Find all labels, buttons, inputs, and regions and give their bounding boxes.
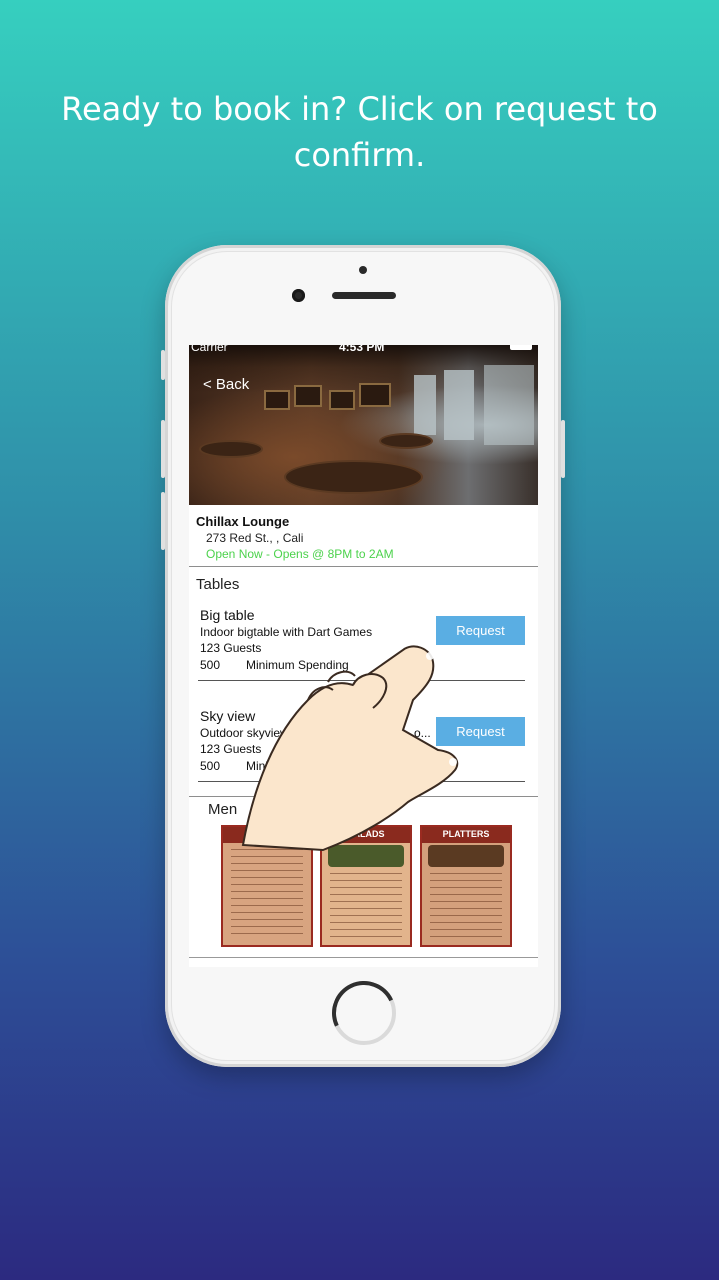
power-button xyxy=(561,420,565,478)
back-button[interactable]: < Back xyxy=(203,376,249,393)
lounge-table xyxy=(284,460,423,494)
window-pane xyxy=(414,375,436,435)
wall-frame xyxy=(359,383,391,407)
tables-section-title: Tables xyxy=(196,576,240,593)
status-bar: Carrier 4:53 PM xyxy=(189,345,538,356)
menu-text-lines xyxy=(430,873,502,937)
venue-hero-image xyxy=(189,345,538,505)
min-spend-value: 500 xyxy=(200,658,221,672)
earpiece-speaker xyxy=(332,292,396,299)
volume-up-button xyxy=(161,420,165,478)
min-spend-value: 500 xyxy=(200,759,221,773)
mute-switch xyxy=(161,350,165,380)
headline: Ready to book in? Click on request to co… xyxy=(61,90,658,174)
divider xyxy=(189,566,538,567)
front-camera-icon xyxy=(292,289,305,302)
battery-icon xyxy=(510,345,532,350)
wall-frame xyxy=(329,390,355,410)
lounge-table xyxy=(199,440,263,458)
wall-frame xyxy=(264,390,290,410)
proximity-sensor xyxy=(359,266,367,274)
clock: 4:53 PM xyxy=(339,345,385,354)
venue-name: Chillax Lounge xyxy=(196,514,290,529)
volume-down-button xyxy=(161,492,165,550)
venue-address: 273 Red St., , Cali xyxy=(206,531,304,545)
carrier-label: Carrier xyxy=(191,345,228,354)
menu-text-lines xyxy=(231,849,303,937)
divider xyxy=(189,957,538,958)
wall-frame xyxy=(294,385,322,407)
menu-text-lines xyxy=(330,873,402,937)
table-description: Indoor bigtable with Dart Games xyxy=(200,625,373,639)
lounge-table xyxy=(379,433,433,449)
window-pane xyxy=(444,370,474,440)
table-name: Big table xyxy=(200,607,255,623)
window-pane xyxy=(484,365,534,445)
venue-hours: Open Now - Opens @ 8PM to 2AM xyxy=(206,547,394,561)
tapping-hand-icon xyxy=(241,645,459,852)
